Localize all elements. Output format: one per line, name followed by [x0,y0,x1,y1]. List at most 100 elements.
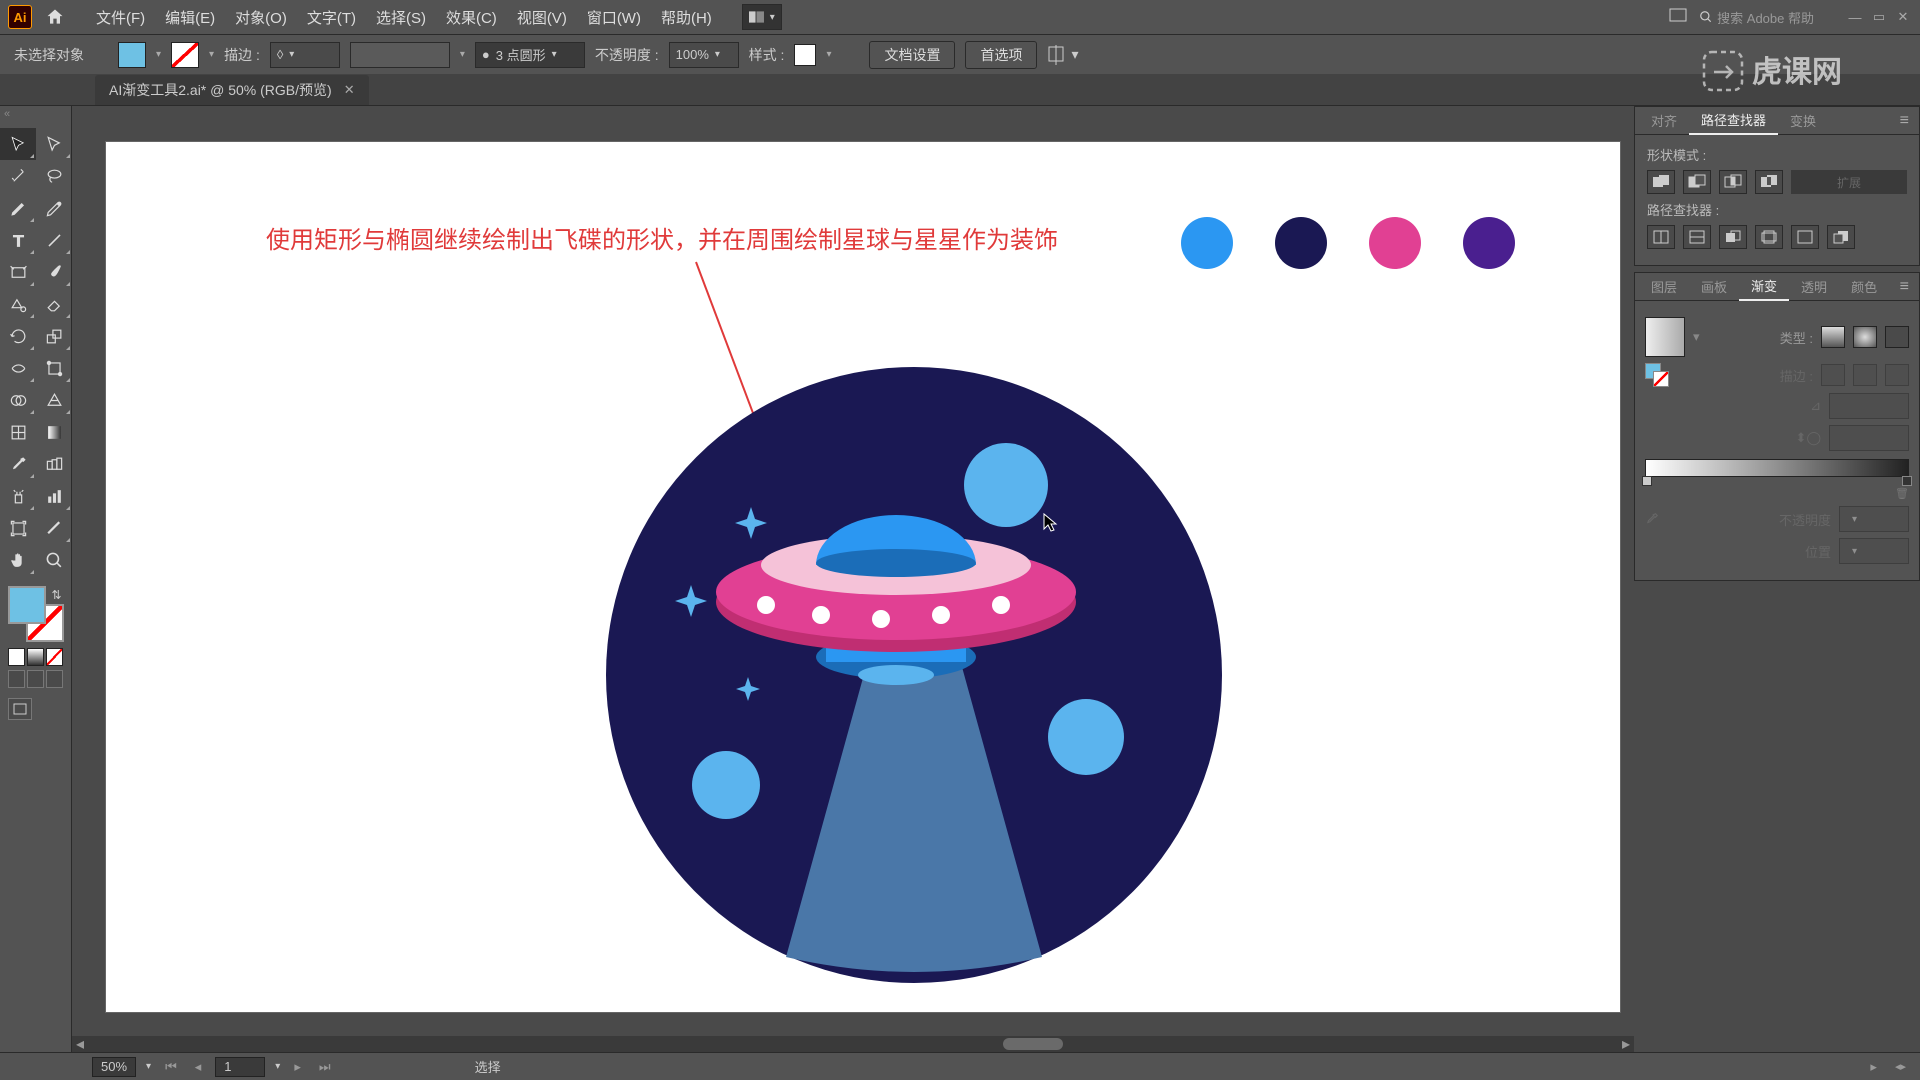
direct-selection-tool[interactable] [36,128,72,160]
graphic-style-swatch[interactable] [794,44,816,66]
menu-view[interactable]: 视图(V) [507,0,577,34]
line-tool[interactable] [36,224,72,256]
next-artboard-button[interactable]: ▸ [290,1059,305,1075]
prev-artboard-button[interactable]: ◂ [191,1059,206,1075]
lasso-tool[interactable] [36,160,72,192]
draw-behind[interactable] [27,670,44,688]
window-minimize[interactable]: — [1846,10,1864,24]
preferences-button[interactable]: 首选项 [965,41,1037,69]
window-close[interactable]: ✕ [1894,10,1912,24]
window-maximize[interactable]: ▭ [1870,10,1888,24]
horizontal-scrollbar[interactable]: ◂ ▸ [72,1036,1634,1052]
curvature-tool[interactable] [36,192,72,224]
eyedropper-tool[interactable] [0,448,36,480]
width-tool[interactable] [0,352,36,384]
graph-tool[interactable] [36,480,72,512]
menu-object[interactable]: 对象(O) [225,0,297,34]
tab-gradient[interactable]: 渐变 [1739,273,1789,301]
artboard-number-field[interactable]: 1 [215,1057,265,1077]
panel-menu-icon[interactable]: ≡ [1894,278,1915,296]
canvas-area[interactable]: 使用矩形与椭圆继续绘制出飞碟的形状，并在周围绘制星球与星星作为装饰 [72,106,1634,1052]
expand-button[interactable]: 扩展 [1791,170,1907,194]
exclude-button[interactable] [1755,170,1783,194]
menu-file[interactable]: 文件(F) [86,0,155,34]
close-tab-icon[interactable]: ✕ [344,82,355,98]
rectangle-tool[interactable] [0,256,36,288]
home-icon[interactable] [42,4,68,30]
intersect-button[interactable] [1719,170,1747,194]
stroke-profile[interactable] [350,42,450,68]
tab-color[interactable]: 颜色 [1839,273,1889,301]
freeform-gradient-button[interactable] [1885,326,1909,348]
free-transform-tool[interactable] [36,352,72,384]
minus-back-button[interactable] [1827,225,1855,249]
minus-front-button[interactable] [1683,170,1711,194]
tab-layers[interactable]: 图层 [1639,273,1689,301]
document-tab[interactable]: AI渐变工具2.ai* @ 50% (RGB/预览) ✕ [95,75,369,105]
perspective-tool[interactable] [36,384,72,416]
draw-inside[interactable] [46,670,63,688]
zoom-field[interactable]: 50% [92,1057,136,1077]
zoom-tool[interactable] [36,544,72,576]
menu-type[interactable]: 文字(T) [297,0,366,34]
shaper-tool[interactable] [0,288,36,320]
merge-button[interactable] [1719,225,1747,249]
stroke-width-dropdown[interactable]: ◊▾ [270,42,340,68]
fill-swatch[interactable] [118,42,146,68]
eraser-tool[interactable] [36,288,72,320]
rotate-tool[interactable] [0,320,36,352]
first-artboard-button[interactable]: ⏮ [161,1059,181,1075]
swap-fill-stroke-icon[interactable]: ⇅ [51,588,61,602]
paintbrush-tool[interactable] [36,256,72,288]
tab-pathfinder[interactable]: 路径查找器 [1689,107,1778,135]
opacity-dropdown[interactable]: 100%▾ [669,42,739,68]
unite-button[interactable] [1647,170,1675,194]
draw-normal[interactable] [8,670,25,688]
workspace-dropdown[interactable]: ▾ [742,4,782,30]
color-mode-none[interactable] [46,648,63,666]
symbol-sprayer-tool[interactable] [0,480,36,512]
menu-effect[interactable]: 效果(C) [436,0,507,34]
mesh-tool[interactable] [0,416,36,448]
tab-transparency[interactable]: 透明 [1789,273,1839,301]
menu-window[interactable]: 窗口(W) [577,0,651,34]
fill-color[interactable] [8,586,46,624]
document-setup-button[interactable]: 文档设置 [869,41,955,69]
crop-button[interactable] [1755,225,1783,249]
type-tool[interactable] [0,224,36,256]
menu-edit[interactable]: 编辑(E) [155,0,225,34]
tab-transform[interactable]: 变换 [1778,107,1828,135]
menu-help[interactable]: 帮助(H) [651,0,722,34]
arrange-docs-icon[interactable] [1669,8,1687,26]
search-help[interactable]: 搜索 Adobe 帮助 [1699,8,1814,27]
fill-stroke-control[interactable]: ⇅ [8,586,64,642]
tab-artboards[interactable]: 画板 [1689,273,1739,301]
color-mode-gradient[interactable] [27,648,44,666]
divide-button[interactable] [1647,225,1675,249]
shape-builder-tool[interactable] [0,384,36,416]
menu-select[interactable]: 选择(S) [366,0,436,34]
last-artboard-button[interactable]: ⏭ [315,1059,335,1075]
trim-button[interactable] [1683,225,1711,249]
brush-dropdown[interactable]: ●3 点圆形▾ [475,42,585,68]
tab-align[interactable]: 对齐 [1639,107,1689,135]
panel-menu-icon[interactable]: ≡ [1894,112,1915,130]
magic-wand-tool[interactable] [0,160,36,192]
stroke-swatch[interactable] [171,42,199,68]
scale-tool[interactable] [36,320,72,352]
align-to-dropdown[interactable]: ▾ [1047,45,1078,65]
radial-gradient-button[interactable] [1853,326,1877,348]
gradient-tool[interactable] [36,416,72,448]
selection-tool[interactable] [0,128,36,160]
screen-mode[interactable] [8,698,32,720]
gradient-slider[interactable] [1645,459,1909,477]
blend-tool[interactable] [36,448,72,480]
hand-tool[interactable] [0,544,36,576]
slice-tool[interactable] [36,512,72,544]
artboard-tool[interactable] [0,512,36,544]
gradient-preview[interactable] [1645,317,1685,357]
color-mode-solid[interactable] [8,648,25,666]
pen-tool[interactable] [0,192,36,224]
linear-gradient-button[interactable] [1821,326,1845,348]
outline-button[interactable] [1791,225,1819,249]
